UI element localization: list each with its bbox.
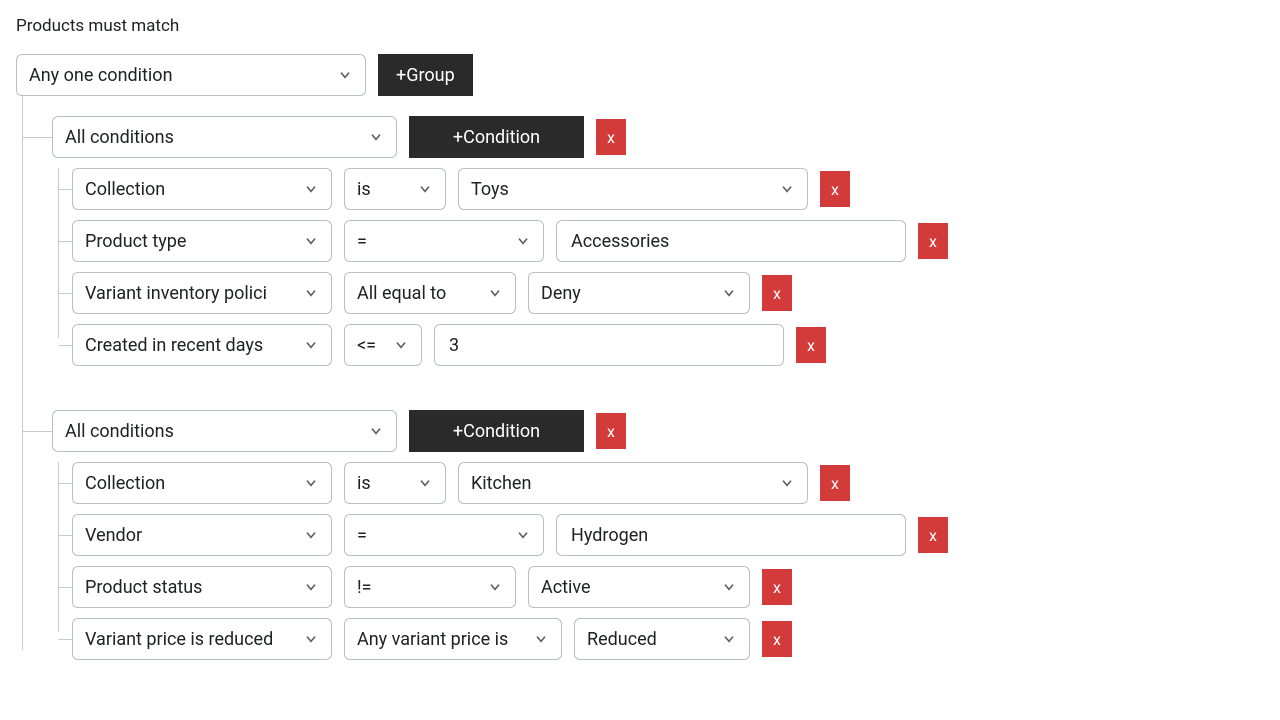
condition-value-input[interactable]	[434, 324, 784, 366]
chevron-down-icon	[303, 475, 319, 491]
condition-operator-select[interactable]: Any variant price is	[344, 618, 562, 660]
condition-row: Collection is Toys x	[72, 168, 1264, 210]
chevron-down-icon	[303, 527, 319, 543]
chevron-down-icon	[303, 233, 319, 249]
condition-operator-label: !=	[357, 577, 372, 598]
delete-condition-button[interactable]: x	[820, 465, 850, 501]
condition-field-label: Collection	[85, 179, 165, 200]
condition-operator-select[interactable]: !=	[344, 566, 516, 608]
condition-value-label: Kitchen	[471, 473, 531, 494]
delete-group-button[interactable]: x	[596, 119, 626, 155]
chevron-down-icon	[515, 527, 531, 543]
condition-field-label: Collection	[85, 473, 165, 494]
condition-field-label: Vendor	[85, 525, 142, 546]
chevron-down-icon	[417, 475, 433, 491]
condition-field-select[interactable]: Variant inventory polici	[72, 272, 332, 314]
group-match-label: All conditions	[65, 421, 174, 442]
condition-operator-label: =	[357, 231, 367, 252]
condition-operator-label: is	[357, 179, 371, 200]
add-condition-button[interactable]: +Condition	[409, 410, 584, 452]
condition-value-select[interactable]: Active	[528, 566, 750, 608]
condition-row: Variant price is reduced Any variant pri…	[72, 618, 1264, 660]
condition-operator-select[interactable]: <=	[344, 324, 422, 366]
condition-operator-select[interactable]: is	[344, 462, 446, 504]
chevron-down-icon	[533, 631, 549, 647]
condition-row: Product type = x	[72, 220, 1264, 262]
condition-field-select[interactable]: Product type	[72, 220, 332, 262]
chevron-down-icon	[515, 233, 531, 249]
chevron-down-icon	[721, 285, 737, 301]
condition-value-select[interactable]: Reduced	[574, 618, 750, 660]
condition-field-select[interactable]: Collection	[72, 168, 332, 210]
condition-operator-label: Any variant price is	[357, 629, 508, 650]
delete-condition-button[interactable]: x	[820, 171, 850, 207]
add-group-button[interactable]: +Group	[378, 54, 473, 96]
chevron-down-icon	[368, 129, 384, 145]
condition-row: Variant inventory polici All equal to De…	[72, 272, 1264, 314]
chevron-down-icon	[487, 579, 503, 595]
condition-row: Product status != Active x	[72, 566, 1264, 608]
condition-operator-label: =	[357, 525, 367, 546]
chevron-down-icon	[721, 579, 737, 595]
condition-value-label: Active	[541, 577, 591, 598]
condition-row: Created in recent days <= x	[72, 324, 1264, 366]
root-condition-select[interactable]: Any one condition	[16, 54, 366, 96]
condition-group: All conditions +Condition x Collection i…	[52, 116, 1264, 386]
condition-value-label: Toys	[471, 179, 509, 200]
condition-operator-label: <=	[357, 335, 376, 356]
condition-operator-label: is	[357, 473, 371, 494]
root-condition-label: Any one condition	[29, 65, 173, 86]
condition-value-select[interactable]: Kitchen	[458, 462, 808, 504]
condition-field-label: Created in recent days	[85, 335, 263, 356]
condition-field-select[interactable]: Vendor	[72, 514, 332, 556]
condition-operator-select[interactable]: =	[344, 220, 544, 262]
chevron-down-icon	[303, 181, 319, 197]
chevron-down-icon	[303, 579, 319, 595]
condition-field-select[interactable]: Product status	[72, 566, 332, 608]
chevron-down-icon	[779, 181, 795, 197]
condition-value-select[interactable]: Deny	[528, 272, 750, 314]
chevron-down-icon	[393, 337, 409, 353]
condition-value-select[interactable]: Toys	[458, 168, 808, 210]
delete-group-button[interactable]: x	[596, 413, 626, 449]
condition-value-input[interactable]	[556, 220, 906, 262]
condition-value-label: Reduced	[587, 629, 657, 650]
chevron-down-icon	[487, 285, 503, 301]
condition-row: Vendor = x	[72, 514, 1264, 556]
condition-operator-select[interactable]: is	[344, 168, 446, 210]
condition-group: All conditions +Condition x Collection i…	[52, 410, 1264, 680]
condition-field-select[interactable]: Created in recent days	[72, 324, 332, 366]
page-title: Products must match	[16, 16, 1264, 36]
condition-field-select[interactable]: Collection	[72, 462, 332, 504]
delete-condition-button[interactable]: x	[918, 517, 948, 553]
chevron-down-icon	[303, 337, 319, 353]
condition-field-label: Product status	[85, 577, 202, 598]
group-match-label: All conditions	[65, 127, 174, 148]
delete-condition-button[interactable]: x	[762, 275, 792, 311]
add-condition-button[interactable]: +Condition	[409, 116, 584, 158]
condition-value-input[interactable]	[556, 514, 906, 556]
condition-value-label: Deny	[541, 283, 581, 304]
chevron-down-icon	[417, 181, 433, 197]
group-match-select[interactable]: All conditions	[52, 116, 397, 158]
condition-operator-select[interactable]: All equal to	[344, 272, 516, 314]
condition-row: Collection is Kitchen x	[72, 462, 1264, 504]
delete-condition-button[interactable]: x	[762, 569, 792, 605]
chevron-down-icon	[368, 423, 384, 439]
condition-field-label: Variant price is reduced	[85, 629, 273, 650]
condition-operator-label: All equal to	[357, 283, 446, 304]
condition-field-label: Variant inventory polici	[85, 283, 267, 304]
chevron-down-icon	[721, 631, 737, 647]
delete-condition-button[interactable]: x	[796, 327, 826, 363]
chevron-down-icon	[337, 67, 353, 83]
delete-condition-button[interactable]: x	[918, 223, 948, 259]
chevron-down-icon	[303, 285, 319, 301]
chevron-down-icon	[303, 631, 319, 647]
chevron-down-icon	[779, 475, 795, 491]
condition-field-label: Product type	[85, 231, 186, 252]
delete-condition-button[interactable]: x	[762, 621, 792, 657]
condition-field-select[interactable]: Variant price is reduced	[72, 618, 332, 660]
group-match-select[interactable]: All conditions	[52, 410, 397, 452]
condition-operator-select[interactable]: =	[344, 514, 544, 556]
